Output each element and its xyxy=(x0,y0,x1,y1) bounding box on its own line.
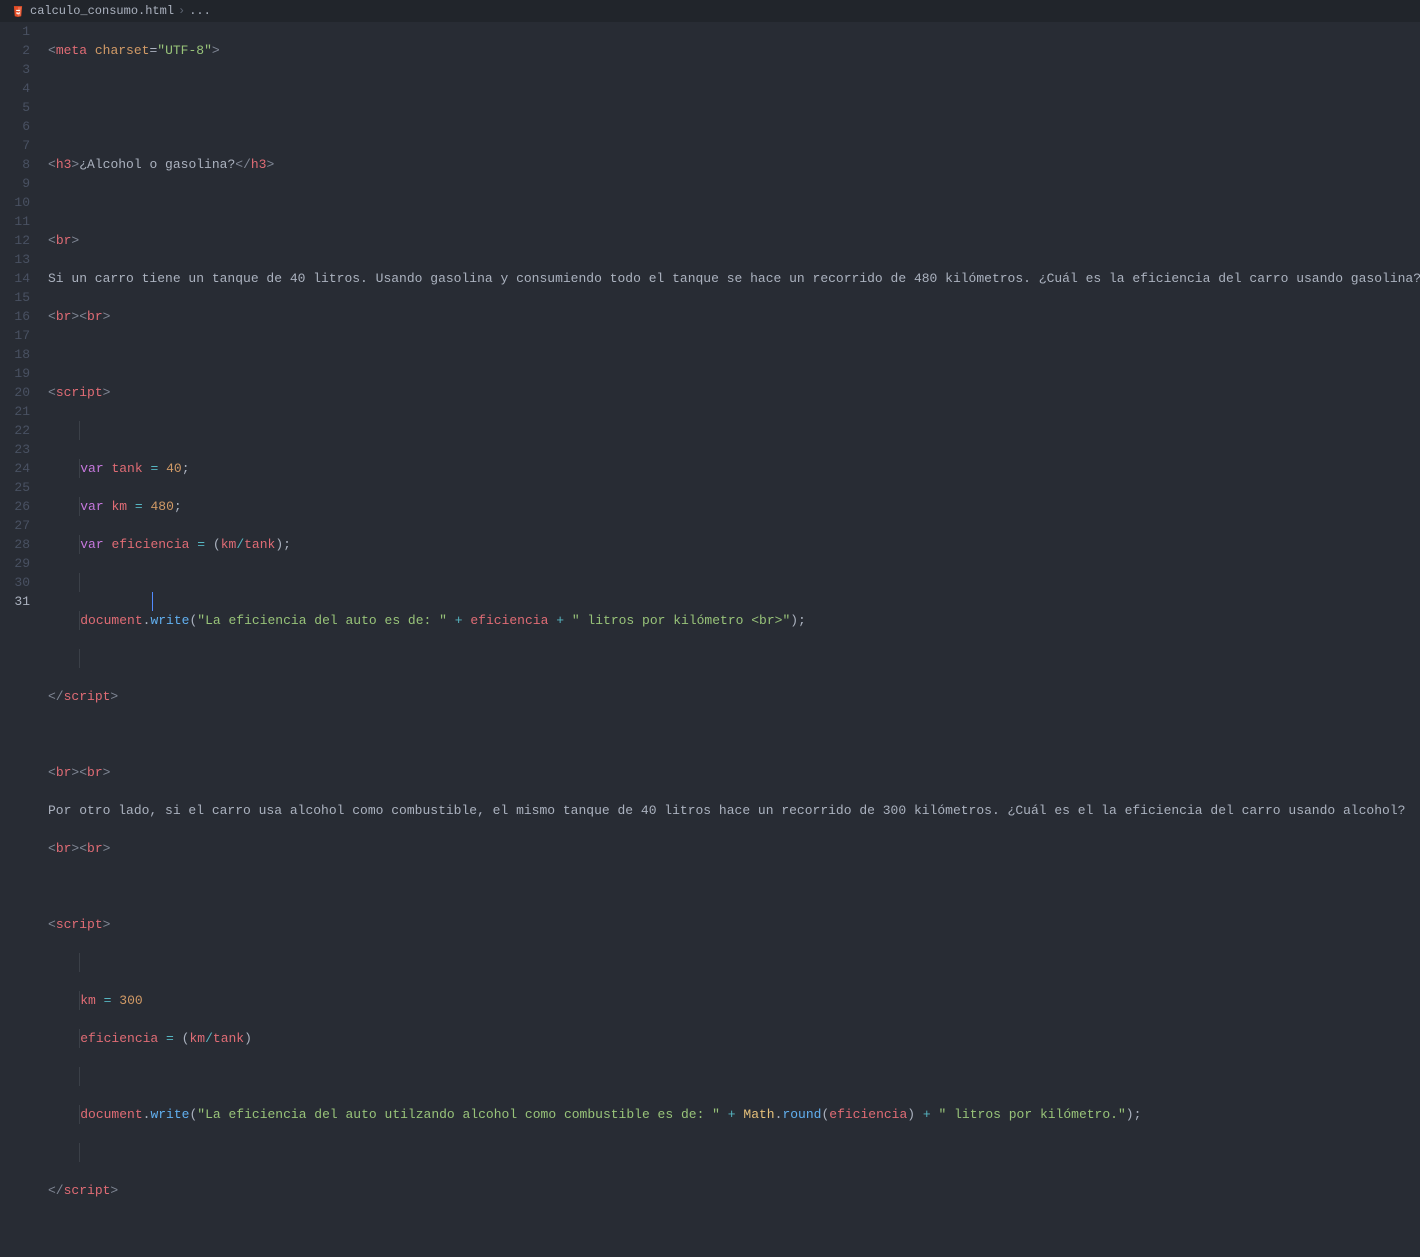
line-number: 15 xyxy=(0,288,30,307)
line-number: 27 xyxy=(0,516,30,535)
line-number: 29 xyxy=(0,554,30,573)
code-area[interactable]: <meta charset="UTF-8"> <h3>¿Alcohol o ga… xyxy=(48,22,1420,661)
breadcrumb-filename: calculo_consumo.html xyxy=(30,2,174,21)
line-number: 23 xyxy=(0,440,30,459)
line-number: 20 xyxy=(0,383,30,402)
line-number: 31 xyxy=(0,592,30,611)
line-number: 22 xyxy=(0,421,30,440)
line-number: 5 xyxy=(0,98,30,117)
line-number: 21 xyxy=(0,402,30,421)
line-number: 12 xyxy=(0,231,30,250)
line-number: 7 xyxy=(0,136,30,155)
line-number: 30 xyxy=(0,573,30,592)
line-number: 2 xyxy=(0,41,30,60)
line-number: 10 xyxy=(0,193,30,212)
line-number: 6 xyxy=(0,117,30,136)
breadcrumb[interactable]: calculo_consumo.html › ... xyxy=(0,0,1420,22)
line-number: 1 xyxy=(0,22,30,41)
text-cursor xyxy=(152,592,153,611)
line-number: 28 xyxy=(0,535,30,554)
line-number: 17 xyxy=(0,326,30,345)
breadcrumb-separator: › xyxy=(178,2,185,21)
line-number: 25 xyxy=(0,478,30,497)
line-number: 8 xyxy=(0,155,30,174)
line-number: 9 xyxy=(0,174,30,193)
line-number: 24 xyxy=(0,459,30,478)
line-number: 26 xyxy=(0,497,30,516)
line-number: 18 xyxy=(0,345,30,364)
html-file-icon xyxy=(12,5,24,17)
line-number: 19 xyxy=(0,364,30,383)
line-number: 14 xyxy=(0,269,30,288)
line-number: 4 xyxy=(0,79,30,98)
line-number: 16 xyxy=(0,307,30,326)
line-number-gutter: 1234567891011121314151617181920212223242… xyxy=(0,22,48,661)
line-number: 13 xyxy=(0,250,30,269)
code-editor[interactable]: 1234567891011121314151617181920212223242… xyxy=(0,22,1420,661)
line-number: 3 xyxy=(0,60,30,79)
line-number: 11 xyxy=(0,212,30,231)
breadcrumb-trail: ... xyxy=(189,2,211,21)
